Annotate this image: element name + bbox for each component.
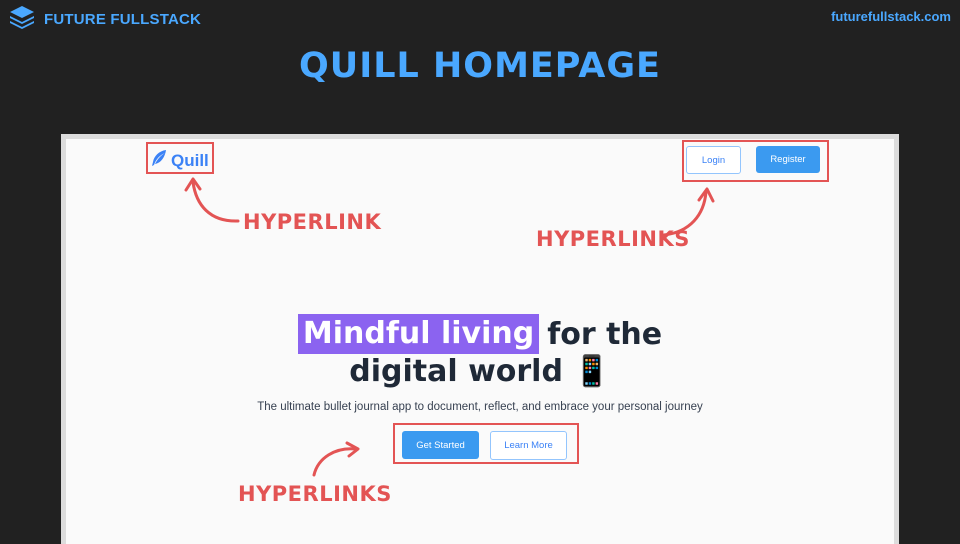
hero-highlight: Mindful living [297,314,540,354]
nav-annotation: HYPERLINKS [536,227,690,251]
logo-annotation: HYPERLINK [243,210,382,234]
hero-heading-line2: digital world 📱 [0,354,960,389]
hero-rest: for the [547,316,663,352]
hero-subtitle: The ultimate bullet journal app to docum… [257,401,703,413]
hero-line2-text: digital world 📱 [349,354,611,389]
get-started-button[interactable]: Get Started [402,431,479,459]
cta-arrow [312,447,358,477]
cta-annotation: HYPERLINKS [238,482,392,506]
hero-heading-line1: Mindful living for the [0,314,960,354]
annotation-arrows [184,177,715,477]
learn-more-button[interactable]: Learn More [490,431,567,460]
